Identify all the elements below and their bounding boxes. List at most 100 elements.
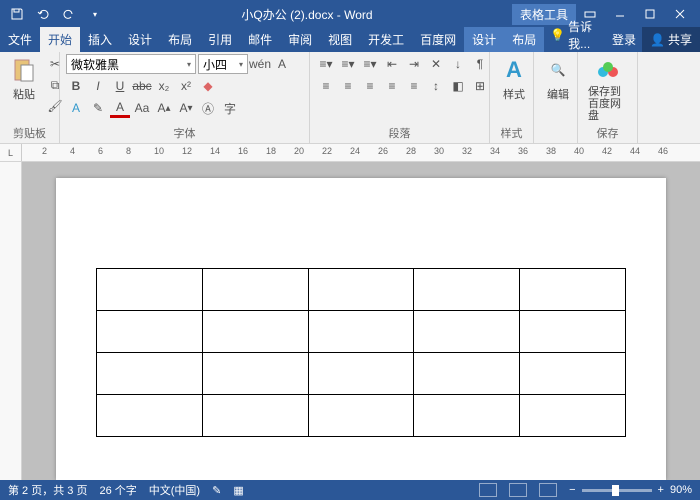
vertical-ruler[interactable] bbox=[0, 162, 22, 480]
quick-access-toolbar: ▾ bbox=[6, 3, 106, 25]
find-icon: 🔍 bbox=[544, 56, 572, 84]
character-border-icon[interactable]: A bbox=[272, 54, 292, 74]
zoom-control: − + 90% bbox=[569, 484, 692, 496]
tab-table-layout[interactable]: 布局 bbox=[504, 27, 544, 52]
bold-button[interactable]: B bbox=[66, 76, 86, 96]
paste-button[interactable]: 粘贴 bbox=[6, 54, 42, 104]
status-bar: 第 2 页，共 3 页 26 个字 中文(中国) ✎ ▦ − + 90% bbox=[0, 480, 700, 500]
grow-font-icon[interactable]: A▴ bbox=[154, 98, 174, 118]
document-title: 小Q办公 (2).docx - Word bbox=[106, 6, 508, 23]
tab-file[interactable]: 文件 bbox=[0, 27, 40, 52]
read-mode-icon[interactable] bbox=[479, 483, 497, 497]
tab-selector[interactable]: L bbox=[0, 144, 22, 161]
qat-dropdown-icon[interactable]: ▾ bbox=[84, 3, 106, 25]
zoom-out-button[interactable]: − bbox=[569, 484, 575, 496]
chevron-down-icon: ▾ bbox=[239, 60, 243, 69]
language[interactable]: 中文(中国) bbox=[149, 482, 200, 498]
macro-icon[interactable]: ▦ bbox=[233, 484, 243, 497]
font-color-icon[interactable]: A bbox=[110, 98, 130, 118]
tab-view[interactable]: 视图 bbox=[320, 27, 360, 52]
login-button[interactable]: 登录 bbox=[606, 27, 642, 52]
document-table[interactable] bbox=[96, 268, 626, 437]
font-name-combo[interactable]: 微软雅黑▾ bbox=[66, 54, 196, 74]
share-icon: 👤 bbox=[650, 33, 665, 47]
highlight-icon[interactable]: ✎ bbox=[88, 98, 108, 118]
align-center-icon[interactable]: ≡ bbox=[338, 76, 358, 96]
tab-references[interactable]: 引用 bbox=[200, 27, 240, 52]
tab-home[interactable]: 开始 bbox=[40, 27, 80, 52]
zoom-level[interactable]: 90% bbox=[670, 484, 692, 496]
borders-icon[interactable]: ⊞ bbox=[470, 76, 490, 96]
tab-insert[interactable]: 插入 bbox=[80, 27, 120, 52]
lightbulb-icon: 💡 bbox=[550, 28, 565, 42]
align-left-icon[interactable]: ≡ bbox=[316, 76, 336, 96]
ribbon: 粘贴 ✂ ⧉ 🖌 剪贴板 微软雅黑▾ 小四▾ wén A B I U abc x bbox=[0, 52, 700, 144]
group-styles: A样式 样式 bbox=[490, 52, 534, 143]
styles-button[interactable]: A样式 bbox=[496, 54, 532, 104]
web-layout-icon[interactable] bbox=[539, 483, 557, 497]
tab-review[interactable]: 审阅 bbox=[280, 27, 320, 52]
page-area[interactable] bbox=[22, 162, 700, 480]
print-layout-icon[interactable] bbox=[509, 483, 527, 497]
font-size-combo[interactable]: 小四▾ bbox=[198, 54, 248, 74]
multilevel-icon[interactable]: ≡▾ bbox=[360, 54, 380, 74]
tab-developer[interactable]: 开发工 bbox=[360, 27, 412, 52]
superscript-button[interactable]: x² bbox=[176, 76, 196, 96]
zoom-in-button[interactable]: + bbox=[658, 484, 664, 496]
insert-mode-icon[interactable]: ✎ bbox=[212, 484, 221, 497]
editing-button[interactable]: 🔍编辑 bbox=[540, 54, 576, 104]
page-number[interactable]: 第 2 页，共 3 页 bbox=[8, 482, 87, 498]
chevron-down-icon: ▾ bbox=[187, 60, 191, 69]
shrink-font-icon[interactable]: A▾ bbox=[176, 98, 196, 118]
align-right-icon[interactable]: ≡ bbox=[360, 76, 380, 96]
tab-mailings[interactable]: 邮件 bbox=[240, 27, 280, 52]
zoom-slider[interactable] bbox=[582, 489, 652, 492]
document-canvas bbox=[0, 162, 700, 480]
enclosed-char-icon[interactable]: Ⓐ bbox=[198, 98, 218, 118]
distributed-icon[interactable]: ≡ bbox=[404, 76, 424, 96]
horizontal-ruler[interactable]: L 24681012141618202224262830323436384042… bbox=[0, 144, 700, 162]
table-row bbox=[97, 311, 626, 353]
word-count[interactable]: 26 个字 bbox=[99, 482, 136, 498]
sort-icon[interactable]: ↓ bbox=[448, 54, 468, 74]
minimize-icon[interactable] bbox=[606, 3, 634, 25]
tab-layout[interactable]: 布局 bbox=[160, 27, 200, 52]
styles-icon: A bbox=[500, 56, 528, 84]
character-shading-icon[interactable]: 字 bbox=[220, 98, 240, 118]
decrease-indent-icon[interactable]: ⇤ bbox=[382, 54, 402, 74]
table-row bbox=[97, 269, 626, 311]
table-row bbox=[97, 353, 626, 395]
close-icon[interactable] bbox=[666, 3, 694, 25]
undo-icon[interactable] bbox=[32, 3, 54, 25]
phonetic-guide-icon[interactable]: wén bbox=[250, 54, 270, 74]
cloud-icon bbox=[594, 56, 622, 84]
redo-icon[interactable] bbox=[58, 3, 80, 25]
baidu-save-button[interactable]: 保存到百度网盘 bbox=[584, 54, 631, 124]
tab-table-design[interactable]: 设计 bbox=[464, 27, 504, 52]
shading-icon[interactable]: ◧ bbox=[448, 76, 468, 96]
share-button[interactable]: 👤共享 bbox=[642, 27, 700, 52]
line-spacing-icon[interactable]: ↕ bbox=[426, 76, 446, 96]
justify-icon[interactable]: ≡ bbox=[382, 76, 402, 96]
numbering-icon[interactable]: ≡▾ bbox=[338, 54, 358, 74]
increase-indent-icon[interactable]: ⇥ bbox=[404, 54, 424, 74]
strikethrough-button[interactable]: abc bbox=[132, 76, 152, 96]
group-paragraph: ≡▾ ≡▾ ≡▾ ⇤ ⇥ ✕ ↓ ¶ ≡ ≡ ≡ ≡ ≡ ↕ ◧ ⊞ 段落 bbox=[310, 52, 490, 143]
show-marks-icon[interactable]: ¶ bbox=[470, 54, 490, 74]
change-case-icon[interactable]: Aa bbox=[132, 98, 152, 118]
clear-formatting-icon[interactable]: ◆ bbox=[198, 76, 218, 96]
page bbox=[56, 178, 666, 480]
tab-design[interactable]: 设计 bbox=[120, 27, 160, 52]
subscript-button[interactable]: x₂ bbox=[154, 76, 174, 96]
text-effects-icon[interactable]: A bbox=[66, 98, 86, 118]
tell-me[interactable]: 💡告诉我... bbox=[544, 18, 606, 52]
bullets-icon[interactable]: ≡▾ bbox=[316, 54, 336, 74]
ribbon-tabs: 文件 开始 插入 设计 布局 引用 邮件 审阅 视图 开发工 百度网 设计 布局… bbox=[0, 28, 700, 52]
underline-button[interactable]: U bbox=[110, 76, 130, 96]
maximize-icon[interactable] bbox=[636, 3, 664, 25]
save-icon[interactable] bbox=[6, 3, 28, 25]
italic-button[interactable]: I bbox=[88, 76, 108, 96]
asian-layout-icon[interactable]: ✕ bbox=[426, 54, 446, 74]
table-row bbox=[97, 395, 626, 437]
tab-baidu[interactable]: 百度网 bbox=[412, 27, 464, 52]
